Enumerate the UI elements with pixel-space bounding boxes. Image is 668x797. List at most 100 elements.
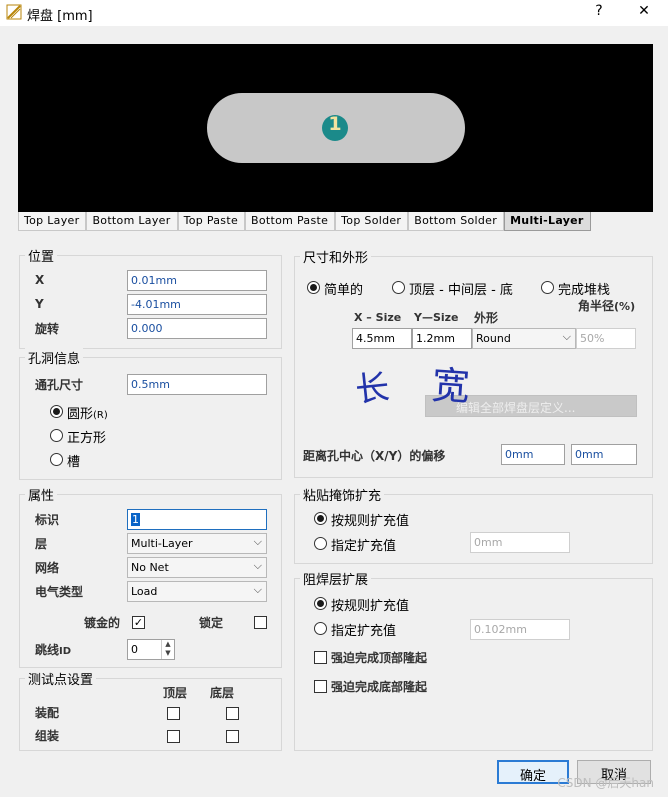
offset-label: 距离孔中心（X/Y）的偏移 — [303, 449, 446, 463]
paste-specify-radio[interactable] — [314, 537, 327, 550]
hole-group: 孔洞信息 通孔尺寸 0.5mm 圆形(R) 正方形 槽 — [19, 348, 282, 480]
plated-label: 镀金的 — [84, 616, 121, 630]
size-shape-title: 尺寸和外形 — [300, 247, 372, 266]
location-title: 位置 — [25, 246, 58, 265]
assembly-label: 装配 — [35, 706, 60, 720]
chevron-down-icon: ⌵ — [253, 535, 262, 548]
solder-specify-label: 指定扩充值 — [331, 624, 397, 639]
round-label: 圆形(R) — [67, 407, 108, 422]
assembly-bottom-checkbox[interactable] — [226, 707, 239, 720]
solder-by-rule-radio[interactable] — [314, 597, 327, 610]
tab-bottom-paste[interactable]: Bottom Paste — [245, 212, 336, 231]
corner-radius-header: 角半径(%) — [578, 299, 636, 313]
jumper-label: 跳线ID — [35, 643, 72, 657]
pad-app-icon — [6, 4, 22, 20]
spin-up-icon[interactable]: ▲ — [162, 640, 174, 649]
paste-mask-group: 粘贴掩饰扩充 按规则扩充值 指定扩充值 0mm — [294, 485, 653, 564]
help-button[interactable]: ? — [588, 3, 610, 19]
tab-bottom-layer[interactable]: Bottom Layer — [86, 212, 178, 231]
testpoint-top-header: 顶层 — [163, 686, 188, 700]
title-bar: 焊盘 [mm] ? ✕ — [0, 0, 668, 26]
force-top-tent-checkbox[interactable] — [314, 651, 327, 664]
plated-checkbox[interactable]: ✓ — [132, 616, 145, 629]
x-label: X — [35, 273, 45, 287]
spin-down-icon[interactable]: ▼ — [162, 649, 174, 658]
pad-number: 1 — [328, 113, 342, 135]
solder-value-input[interactable]: 0.102mm — [470, 619, 570, 640]
testpoint-group: 测试点设置 顶层 底层 装配 组装 — [19, 669, 282, 751]
chevron-down-icon: ⌵ — [253, 559, 262, 572]
full-stack-label: 完成堆栈 — [558, 283, 611, 298]
full-stack-radio[interactable] — [541, 281, 554, 294]
paste-by-rule-label: 按规则扩充值 — [331, 514, 410, 529]
hole-title: 孔洞信息 — [25, 348, 84, 367]
x-size-header: X – Size — [354, 311, 402, 324]
locked-label: 锁定 — [199, 616, 224, 630]
top-mid-bottom-label: 顶层 - 中间层 - 底 — [409, 283, 513, 298]
solder-by-rule-label: 按规则扩充值 — [331, 599, 410, 614]
y-label: Y — [35, 297, 44, 311]
testpoint-title: 测试点设置 — [25, 669, 97, 688]
tab-top-solder[interactable]: Top Solder — [335, 212, 409, 231]
force-bottom-tent-label: 强迫完成底部隆起 — [331, 680, 428, 694]
corner-radius-input[interactable]: 50% — [576, 328, 636, 349]
designator-input[interactable]: 1 — [127, 509, 267, 530]
offset-x-input[interactable]: 0mm — [501, 444, 565, 465]
layer-select[interactable]: Multi-Layer ⌵ — [127, 533, 267, 554]
paste-value-input[interactable]: 0mm — [470, 532, 570, 553]
fab-bottom-checkbox[interactable] — [226, 730, 239, 743]
jumper-spinner[interactable]: ▲ ▼ — [161, 640, 174, 659]
layer-tabs: Top Layer Bottom Layer Top Paste Bottom … — [18, 212, 591, 231]
simple-radio[interactable] — [307, 281, 320, 294]
top-mid-bottom-radio[interactable] — [392, 281, 405, 294]
close-icon[interactable]: ✕ — [633, 3, 655, 19]
properties-group: 属性 标识 1 层 Multi-Layer ⌵ 网络 No Net ⌵ 电气类型 L… — [19, 485, 282, 668]
shape-header: 外形 — [474, 311, 499, 325]
y-size-input[interactable]: 1.2mm — [412, 328, 472, 349]
tab-bottom-solder[interactable]: Bottom Solder — [408, 212, 505, 231]
chevron-down-icon: ⌵ — [562, 330, 571, 343]
slot-label: 槽 — [67, 455, 81, 470]
force-bottom-tent-checkbox[interactable] — [314, 680, 327, 693]
pad-preview: 1 — [18, 44, 653, 212]
shape-select[interactable]: Round ⌵ — [472, 328, 576, 349]
tab-multi-layer[interactable]: Multi-Layer — [504, 212, 591, 231]
simple-label: 简单的 — [324, 283, 364, 298]
hole-size-input[interactable]: 0.5mm — [127, 374, 267, 395]
fab-top-checkbox[interactable] — [167, 730, 180, 743]
solder-specify-radio[interactable] — [314, 622, 327, 635]
hole-size-label: 通孔尺寸 — [35, 378, 84, 392]
x-size-input[interactable]: 4.5mm — [352, 328, 412, 349]
handwritten-wide: 宽 — [430, 362, 472, 410]
rotation-label: 旋转 — [35, 322, 60, 336]
solder-mask-title: 阻焊层扩展 — [300, 569, 372, 588]
location-group: 位置 X 0.01mm Y -4.01mm 旋转 0.000 — [19, 246, 282, 349]
properties-title: 属性 — [25, 485, 58, 504]
tab-top-layer[interactable]: Top Layer — [18, 212, 87, 231]
x-input[interactable]: 0.01mm — [127, 270, 267, 291]
chevron-down-icon: ⌵ — [253, 583, 262, 596]
assembly-top-checkbox[interactable] — [167, 707, 180, 720]
rotation-input[interactable]: 0.000 — [127, 318, 267, 339]
square-radio[interactable] — [50, 429, 63, 442]
paste-by-rule-radio[interactable] — [314, 512, 327, 525]
electrical-type-label: 电气类型 — [35, 585, 84, 599]
watermark: CSDN @后天han — [557, 776, 654, 790]
handwritten-long: 长 — [353, 367, 392, 411]
y-size-header: Y—Size — [414, 311, 459, 324]
square-label: 正方形 — [67, 431, 107, 446]
size-shape-group: 尺寸和外形 简单的 顶层 - 中间层 - 底 完成堆栈 X – Size Y—S… — [294, 247, 653, 478]
net-label: 网络 — [35, 561, 60, 575]
layer-label: 层 — [35, 537, 48, 551]
fab-label: 组装 — [35, 729, 60, 743]
slot-radio[interactable] — [50, 453, 63, 466]
force-top-tent-label: 强迫完成顶部隆起 — [331, 651, 428, 665]
net-select[interactable]: No Net ⌵ — [127, 557, 267, 578]
electrical-type-select[interactable]: Load ⌵ — [127, 581, 267, 602]
locked-checkbox[interactable] — [254, 616, 267, 629]
paste-mask-title: 粘贴掩饰扩充 — [300, 485, 385, 504]
offset-y-input[interactable]: 0mm — [571, 444, 637, 465]
round-radio[interactable] — [50, 405, 63, 418]
tab-top-paste[interactable]: Top Paste — [177, 212, 246, 231]
y-input[interactable]: -4.01mm — [127, 294, 267, 315]
